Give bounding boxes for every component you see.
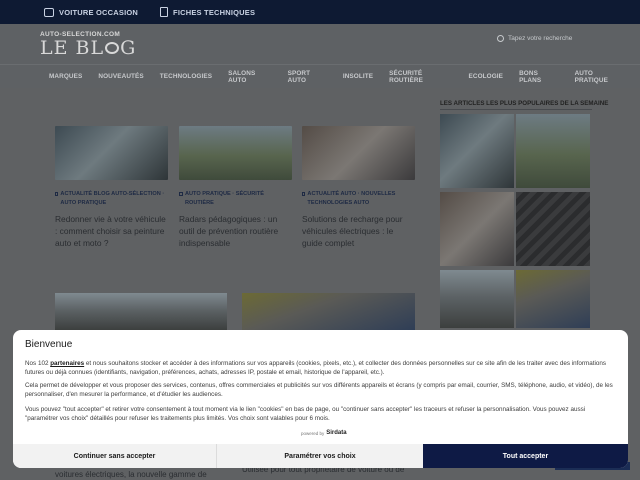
logo-wordmark: LE BL G — [40, 38, 136, 58]
nav-item-salons-auto[interactable]: SALONS AUTO — [228, 70, 272, 84]
article-excerpt: voitures électriques, la nouvelle gamme … — [55, 470, 207, 479]
topbar-link-label: FICHES TECHNIQUES — [173, 7, 256, 17]
sidebar-title: LES ARTICLES LES PLUS POPULAIRES DE LA S… — [440, 100, 609, 107]
popular-thumbnail[interactable] — [440, 270, 514, 328]
topbar-link-voiture-occasion[interactable]: VOITURE OCCASION — [44, 7, 139, 17]
consent-paragraph: Nos 102 partenaires et nous souhaitons s… — [25, 359, 617, 377]
consent-paragraph: Vous pouvez "tout accepter" et retirer v… — [25, 406, 586, 422]
accept-all-button[interactable]: Tout accepter — [423, 444, 628, 468]
consent-buttons: Continuer sans accepter Paramétrer vos c… — [13, 444, 628, 468]
folder-icon — [302, 192, 306, 196]
logo-wordmark-right: G — [120, 37, 137, 59]
featured-image[interactable] — [55, 293, 227, 330]
settings-button[interactable]: Paramétrer vos choix — [217, 444, 423, 468]
site-logo[interactable]: AUTO-SELECTION.COM LE BL G — [40, 31, 136, 58]
popular-thumbnail[interactable] — [516, 270, 590, 328]
logo-wordmark-left: LE BL — [40, 37, 105, 59]
featured-image[interactable] — [242, 293, 415, 330]
nav-item-securite-routiere[interactable]: SÉCURITÉ ROUTIÈRE — [389, 70, 452, 84]
search-box[interactable]: Tapez votre recherche — [497, 31, 602, 46]
main-nav: MARQUES NOUVEAUTÉS TECHNOLOGIES SALONS A… — [0, 64, 640, 88]
article-thumbnail[interactable] — [179, 126, 292, 180]
article-category[interactable]: AUTO PRATIQUE · SÉCURITÉ ROUTIÈRE — [179, 190, 292, 208]
article-card[interactable]: ACTUALITÉ BLOG AUTO-SÉLECTION · AUTO PRA… — [55, 126, 168, 249]
article-category-label: ACTUALITÉ BLOG AUTO-SÉLECTION · AUTO PRA… — [60, 191, 165, 206]
folder-icon — [55, 192, 59, 196]
nav-item-auto-pratique[interactable]: AUTO PRATIQUE — [575, 70, 624, 84]
article-card[interactable]: ACTUALITÉ AUTO · NOUVELLES TECHNOLOGIES … — [302, 126, 415, 249]
article-card[interactable]: AUTO PRATIQUE · SÉCURITÉ ROUTIÈRE Radars… — [179, 126, 292, 249]
nav-item-nouveautes[interactable]: NOUVEAUTÉS — [98, 73, 143, 80]
document-icon — [160, 7, 169, 17]
topbar-link-fiches-techniques[interactable]: FICHES TECHNIQUES — [160, 7, 255, 17]
sidebar-divider — [440, 109, 592, 110]
consent-dialog: Bienvenue Nos 102 partenaires et nous so… — [13, 330, 628, 468]
popular-thumbnail[interactable] — [516, 114, 590, 188]
search-input[interactable]: Tapez votre recherche — [508, 35, 572, 42]
consent-text: Nos 102 — [25, 360, 51, 367]
popular-thumbnail[interactable] — [440, 114, 514, 188]
continue-without-accepting-button[interactable]: Continuer sans accepter — [13, 444, 217, 468]
popular-thumbnail[interactable] — [516, 192, 590, 266]
top-bar: VOITURE OCCASION FICHES TECHNIQUES — [0, 0, 640, 24]
car-icon — [44, 7, 54, 17]
powered-by-label: powered by — [301, 430, 325, 436]
topbar-link-label: VOITURE OCCASION — [59, 7, 139, 17]
article-thumbnail[interactable] — [55, 126, 168, 180]
article-category-label: ACTUALITÉ AUTO · NOUVELLES TECHNOLOGIES … — [307, 191, 396, 206]
sirdata-logo: Sirdata — [326, 430, 347, 436]
article-category[interactable]: ACTUALITÉ BLOG AUTO-SÉLECTION · AUTO PRA… — [55, 190, 168, 208]
powered-by: powered by Sirdata — [301, 430, 347, 436]
nav-item-sport-auto[interactable]: SPORT AUTO — [288, 70, 327, 84]
folder-icon — [179, 192, 183, 196]
nav-item-bons-plans[interactable]: BONS PLANS — [519, 70, 559, 84]
article-thumbnail[interactable] — [302, 126, 415, 180]
popular-thumbnail[interactable] — [440, 192, 514, 266]
nav-item-ecologie[interactable]: ECOLOGIE — [469, 73, 504, 80]
article-category-label: AUTO PRATIQUE · SÉCURITÉ ROUTIÈRE — [184, 191, 264, 206]
article-category[interactable]: ACTUALITÉ AUTO · NOUVELLES TECHNOLOGIES … — [302, 190, 415, 208]
article-title[interactable]: Solutions de recharge pour véhicules éle… — [302, 213, 415, 249]
logo-car-icon — [105, 42, 120, 54]
nav-item-marques[interactable]: MARQUES — [49, 73, 82, 80]
search-icon[interactable] — [497, 35, 504, 42]
nav-item-insolite[interactable]: INSOLITE — [343, 73, 373, 80]
consent-paragraph: Cela permet de développer et vous propos… — [25, 382, 613, 398]
consent-heading: Bienvenue — [25, 339, 73, 350]
article-title[interactable]: Redonner vie à votre véhicule : comment … — [55, 213, 168, 249]
nav-item-technologies[interactable]: TECHNOLOGIES — [160, 73, 212, 80]
consent-text: et nous souhaitons stocker et accéder à … — [25, 360, 607, 376]
partners-link[interactable]: partenaires — [50, 360, 84, 367]
article-title[interactable]: Radars pédagogiques : un outil de préven… — [179, 213, 292, 249]
